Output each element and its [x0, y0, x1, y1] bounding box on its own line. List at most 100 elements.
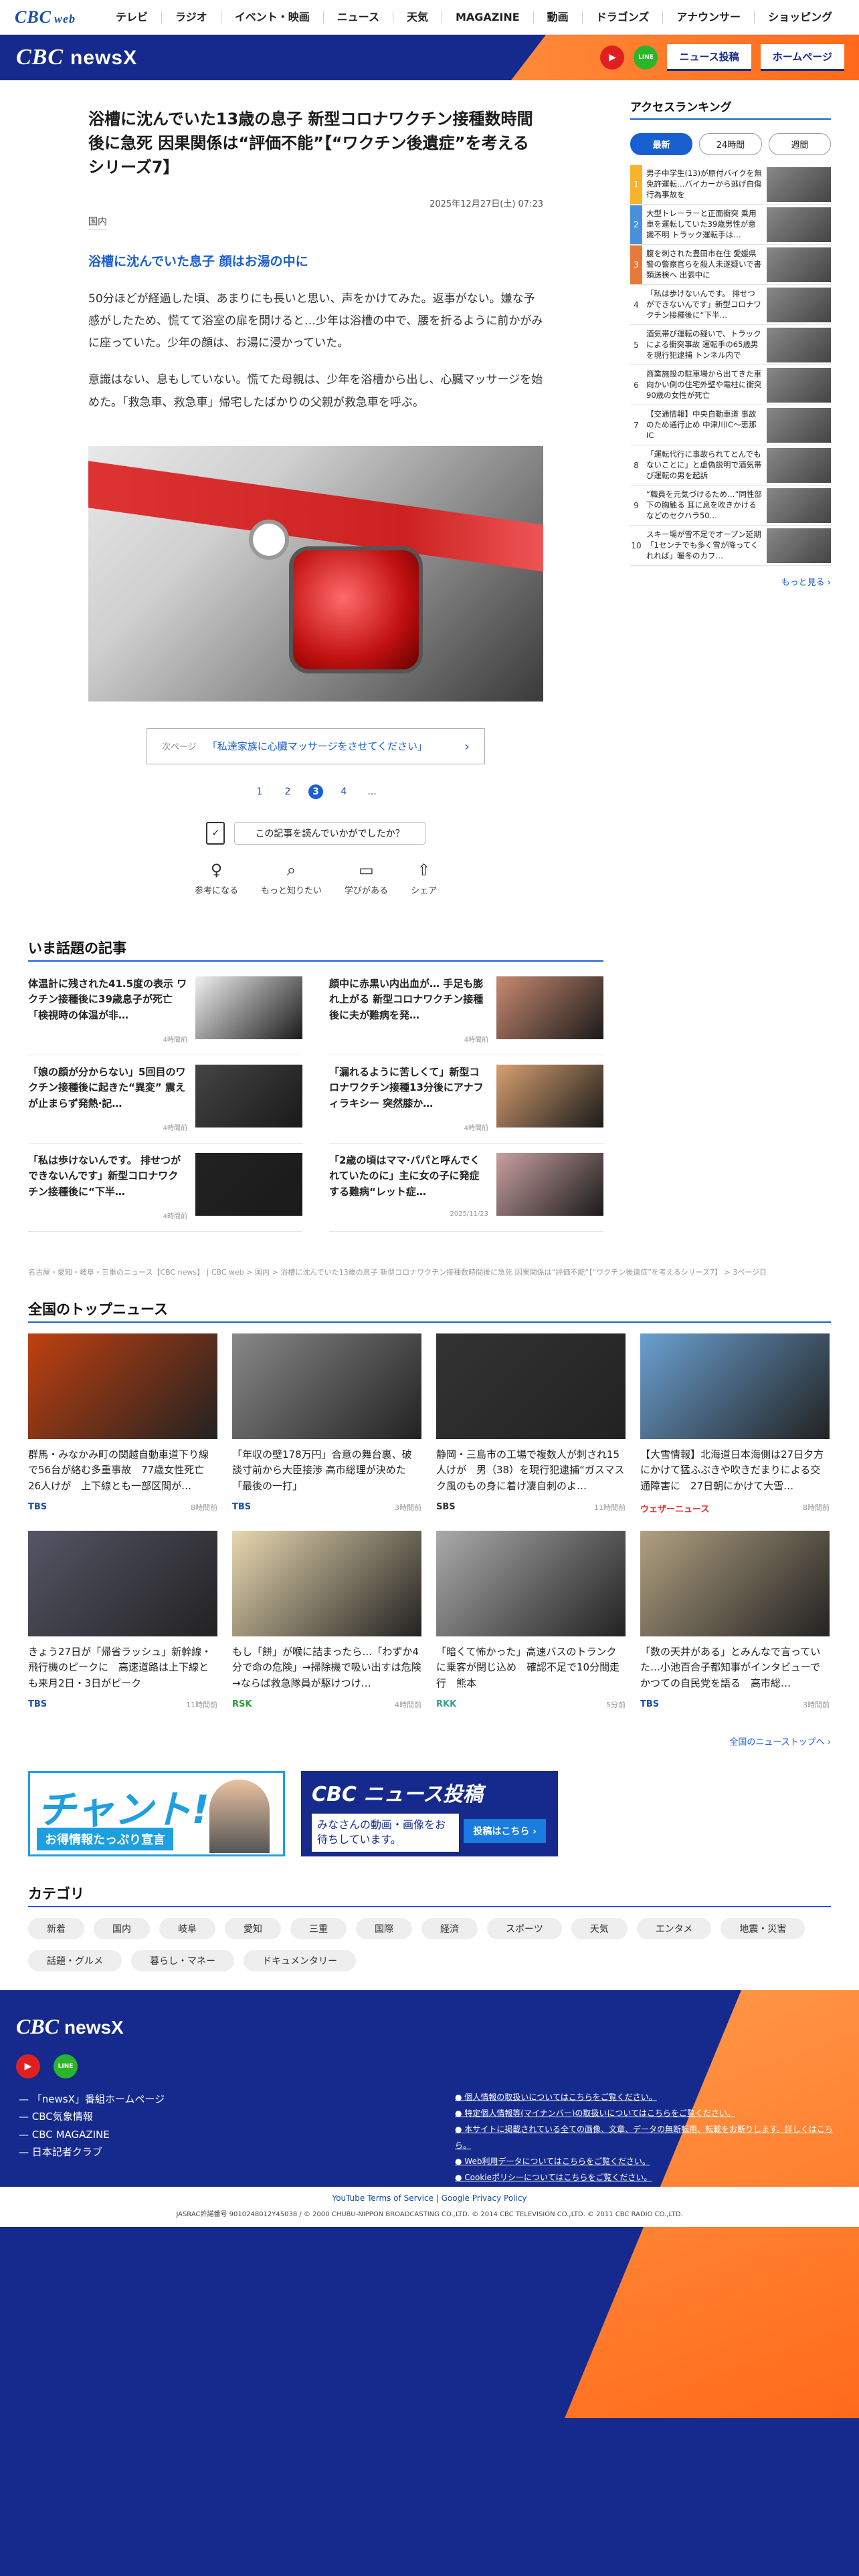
topnews-grid: 群馬・みなかみ町の関越自動車道下り線で56台が絡む多重事故 77歳女性死亡 26…: [28, 1333, 831, 1710]
category-tag[interactable]: 話題・グルメ: [28, 1950, 122, 1971]
reaction-share[interactable]: ⇧ シェア: [411, 861, 437, 896]
ranking-item[interactable]: 10 スキー場が雪不足でオープン延期「1センチでも多く雪が降ってくれれば」暖冬のカ…: [630, 526, 831, 566]
line-icon[interactable]: LINE: [54, 2054, 78, 2078]
category-tag[interactable]: 国際: [356, 1918, 412, 1939]
footer-link[interactable]: CBC気象情報: [19, 2108, 165, 2125]
ranking-item[interactable]: 5 酒気帯び運転の疑いで、トラックによる衝突事故 運転手の65歳男を現行犯逮捕 ト…: [630, 325, 831, 365]
ranking-item[interactable]: 2 大型トレーラーと正面衝突 乗用車を運転していた39歳男性が意識不明 トラック運…: [630, 205, 831, 245]
nav-item-radio[interactable]: ラジオ: [161, 11, 221, 23]
topnews-item[interactable]: きょう27日が「帰省ラッシュ」新幹線・飛行機のピークに 高速道路は上下線とも来月…: [28, 1531, 217, 1710]
topnews-item[interactable]: 【大雪情報】北海道日本海側は27日夕方にかけて猛ふぶきや吹きだまりによる交通障害…: [640, 1333, 830, 1515]
tab-weekly[interactable]: 週間: [768, 133, 831, 155]
category-tag[interactable]: 国内: [94, 1918, 150, 1939]
reaction-learned[interactable]: ▭ 学びがある: [345, 861, 388, 896]
google-policy-links[interactable]: YouTube Terms of Service | Google Privac…: [0, 2193, 859, 2203]
nav-item-news[interactable]: ニュース: [322, 11, 393, 23]
newsx-logo[interactable]: CBC newsX: [16, 45, 137, 70]
topnews-item[interactable]: 静岡・三島市の工場で複数人が刺され15人けが 男（38）を現行犯逮捕“ガスマスク…: [436, 1333, 626, 1515]
reaction-helpful[interactable]: ♀ 参考になる: [195, 861, 238, 896]
line-icon[interactable]: LINE: [634, 45, 658, 70]
cbc-web-logo[interactable]: CBC web: [15, 7, 76, 27]
ranking-item[interactable]: 3 腹を刺された豊田市在住 愛媛県警の警察官らを殺人未遂疑いで書類送検へ 出張中に: [630, 245, 831, 285]
trending-item-title: 「娘の顔が分からない」5回目のワクチン接種後に起きた“異変” 震えが止まらず発熱…: [28, 1066, 186, 1109]
category-tag[interactable]: スポーツ: [487, 1918, 562, 1939]
tab-latest[interactable]: 最新: [630, 133, 693, 155]
ranking-item[interactable]: 1 男子中学生(13)が原付バイクを無免許運転…バイカーから逃げ自傷行為事故を: [630, 165, 831, 205]
page-1[interactable]: 1: [252, 784, 267, 799]
news-post-banner-button[interactable]: 投稿はこちら ›: [464, 1819, 546, 1843]
topnews-item[interactable]: もし「餅」が喉に詰まったら…「わずか4分で命の危険」→掃除機で吸い出すは危険→な…: [232, 1531, 421, 1710]
footer-policy-link[interactable]: 本サイトに掲載されている全ての画像、文章、データの無断転用、転載をお断りします。…: [455, 2121, 843, 2153]
ranking-item[interactable]: 4 「私は歩けないんです。 排せつができないんです」新型コロナワクチン接種後に“下…: [630, 285, 831, 325]
trending-item[interactable]: 顔中に赤黒い内出血が… 手足も膨れ上がる 新型コロナワクチン接種後に夫が難病を発…: [329, 976, 603, 1055]
category-tag[interactable]: 愛知: [225, 1918, 281, 1939]
category-tag[interactable]: 経済: [421, 1918, 478, 1939]
footer-policy-link[interactable]: 個人情報の取扱いについてはこちらをご覧ください。: [455, 2089, 843, 2105]
lightbulb-icon: ♀: [210, 860, 223, 879]
footer-policy-link[interactable]: 特定個人情報等(マイナンバー)の取扱いについてはこちらをご覧ください。: [455, 2105, 843, 2121]
chant-banner[interactable]: チャント! お得情報たっぷり宣言: [28, 1771, 285, 1856]
nav-item-video[interactable]: 動画: [533, 11, 582, 23]
ranking-item[interactable]: 7 【交通情報】中央自動車道 事故のため通行止め 中津川IC〜恵那IC: [630, 405, 831, 445]
footer-link[interactable]: 「newsX」番組ホームページ: [19, 2090, 165, 2108]
trending-text: 「2歳の頃はママ·パパと呼んでくれていたのに」主に女の子に発症する難病“レット症…: [329, 1153, 496, 1231]
nav-item-shopping[interactable]: ショッピング: [754, 11, 846, 23]
page-3-current[interactable]: 3: [308, 784, 323, 799]
category-tag[interactable]: 三重: [290, 1918, 347, 1939]
footer-policy-link[interactable]: Cookieポリシーについてはこちらをご覧ください。: [455, 2169, 843, 2185]
category-tag[interactable]: 岐阜: [159, 1918, 215, 1939]
share-icon: ⇧: [417, 860, 431, 879]
page-4[interactable]: 4: [337, 784, 351, 799]
news-post-banner-text: みなさんの動画・画像をお待ちしています。: [312, 1814, 459, 1852]
homepage-button[interactable]: ホームページ: [760, 44, 844, 71]
next-page-link[interactable]: 次ページ 「私達家族に心臓マッサージをさせてください」 ›: [147, 728, 485, 764]
trending-item[interactable]: 「娘の顔が分からない」5回目のワクチン接種後に起きた“異変” 震えが止まらず発熱…: [28, 1065, 302, 1144]
news-post-button[interactable]: ニュース投稿: [667, 44, 751, 71]
nav-item-tv[interactable]: テレビ: [102, 11, 161, 23]
trending-item[interactable]: 「私は歩けないんです。 排せつができないんです」新型コロナワクチン接種後に“下半…: [28, 1153, 302, 1232]
footer-link[interactable]: 日本記者クラブ: [19, 2143, 165, 2161]
category-tag[interactable]: 地震・災害: [721, 1918, 805, 1939]
category-tag[interactable]: ドキュメンタリー: [244, 1950, 356, 1971]
topnews-item[interactable]: 「年収の壁178万円」合意の舞台裏、破談寸前から大臣接渉 高市総理が決めた「最後…: [232, 1333, 421, 1515]
trending-item-time: 4時間前: [163, 1125, 187, 1132]
ranking-item[interactable]: 9 “職員を元気づけるため…”同性部下の胸触る 耳に息を吹きかけるなどのセクハラ5…: [630, 486, 831, 526]
topnews-item[interactable]: 群馬・みなかみ町の関越自動車道下り線で56台が絡む多重事故 77歳女性死亡 26…: [28, 1333, 217, 1515]
trending-item[interactable]: 「2歳の頃はママ·パパと呼んでくれていたのに」主に女の子に発症する難病“レット症…: [329, 1153, 603, 1232]
topnews-item[interactable]: 「数の天井がある」とみんなで言っていた…小池百合子都知事がインタビューでかつての…: [640, 1531, 830, 1710]
trending-item[interactable]: 体温計に残された41.5度の表示 ワクチン接種後に39歳息子が死亡「検視時の体温…: [28, 976, 302, 1055]
ranking-item[interactable]: 8 「運転代行に事故られてとんでもないことに」と虚偽説明で酒気帯び運転の男を起訴: [630, 445, 831, 486]
topnews-item[interactable]: 「暗くて怖かった」高速バスのトランクに乗客が閉じ込め 確認不足で10分間走行 熊…: [436, 1531, 626, 1710]
footer-newsx-logo[interactable]: CBC newsX: [16, 2014, 124, 2039]
topnews-item-title: 群馬・みなかみ町の関越自動車道下り線で56台が絡む多重事故 77歳女性死亡 26…: [28, 1448, 209, 1492]
ranking-thumbnail: [767, 528, 831, 563]
tab-24h[interactable]: 24時間: [699, 133, 762, 155]
page-2[interactable]: 2: [280, 784, 295, 799]
topnews-item-title: 「年収の壁178万円」合意の舞台裏、破談寸前から大臣接渉 高市総理が決めた「最後…: [232, 1448, 412, 1492]
ranking-number: 3: [630, 245, 642, 284]
category-tag[interactable]: 新着: [28, 1918, 84, 1939]
nav-item-dragons[interactable]: ドラゴンズ: [581, 11, 663, 23]
youtube-icon[interactable]: ▶: [16, 2054, 40, 2078]
category-tag[interactable]: 天気: [571, 1918, 628, 1939]
nav-item-announcer[interactable]: アナウンサー: [662, 11, 754, 23]
ranking-item[interactable]: 6 商業施設の駐車場から出てきた車 向かい側の住宅外壁や電柱に衝突 90歳の女性が…: [630, 365, 831, 405]
article-category[interactable]: 国内: [88, 215, 107, 230]
ranking-more-link[interactable]: もっと見る ›: [630, 575, 831, 588]
category-tag[interactable]: エンタメ: [636, 1918, 712, 1939]
all-news-link[interactable]: 全国のニューストップへ ›: [729, 1735, 831, 1747]
youtube-icon[interactable]: ▶: [600, 45, 625, 70]
breadcrumb[interactable]: 名古屋・愛知・岐阜・三重のニュース【CBC news】 | CBC web > …: [28, 1267, 831, 1277]
nav-item-magazine[interactable]: MAGAZINE: [441, 11, 533, 23]
reaction-want-more[interactable]: ⌕ もっと知りたい: [261, 861, 322, 896]
category-tag[interactable]: 暮らし・マネー: [131, 1950, 234, 1971]
ranking-item-title: 男子中学生(13)が原付バイクを無免許運転…バイカーから逃げ自傷行為事故を: [646, 168, 762, 199]
footer-policy-link[interactable]: Web利用データについてはこちらをご覧ください。: [455, 2153, 843, 2169]
ranking-number: 9: [634, 500, 639, 510]
trending-item[interactable]: 「漏れるように苦しくて」新型コロナワクチン接種13分後にアナフィラキシー 突然膝…: [329, 1065, 603, 1144]
footer-link[interactable]: CBC MAGAZINE: [19, 2126, 165, 2143]
nav-item-weather[interactable]: 天気: [392, 11, 442, 23]
nav-item-event[interactable]: イベント・映画: [220, 11, 323, 23]
topnews-time: 11時間前: [594, 1503, 626, 1512]
news-post-banner[interactable]: CBC ニュース投稿 みなさんの動画・画像をお待ちしています。 投稿はこちら ›: [301, 1771, 558, 1856]
